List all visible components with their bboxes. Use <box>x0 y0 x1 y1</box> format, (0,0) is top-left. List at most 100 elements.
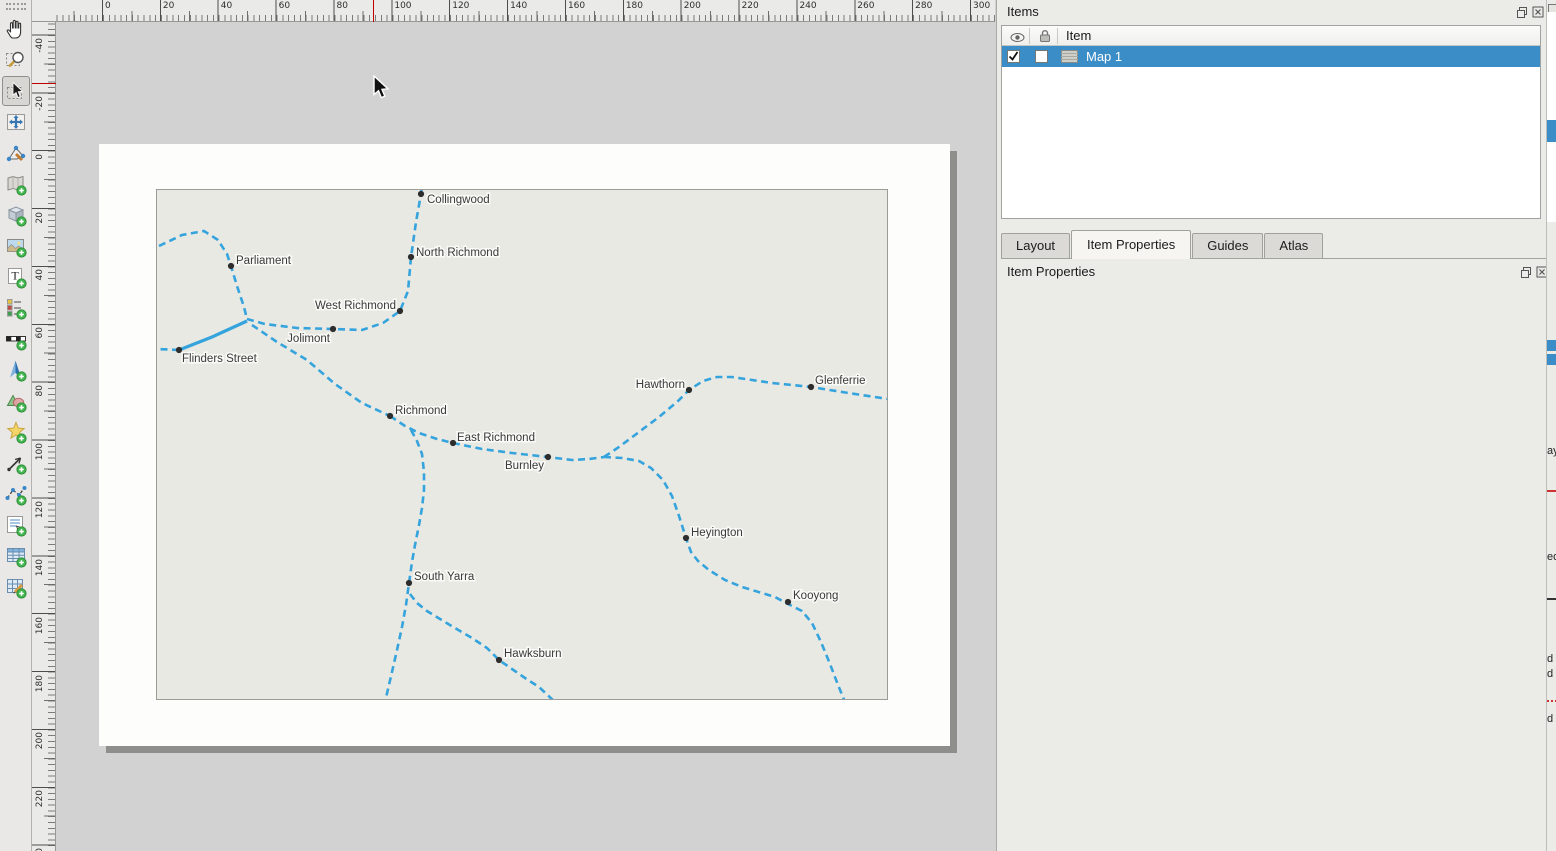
ruler-label: 260 <box>857 1 874 11</box>
add-3d-map-icon <box>4 203 28 227</box>
ruler-label: 100 <box>35 443 45 460</box>
station-dot <box>418 191 424 197</box>
station-dot <box>406 580 412 586</box>
station-label: Richmond <box>395 405 447 417</box>
station-dot <box>686 387 692 393</box>
visibility-checkbox[interactable] <box>1007 50 1020 63</box>
railway-line-flinders-approach <box>179 321 247 350</box>
add-shape-icon <box>4 389 28 413</box>
items-tree: Item Map 1 <box>1001 25 1541 219</box>
sliver-text-fragment: d <box>1547 653 1553 665</box>
add-3d-map-button[interactable] <box>2 200 30 230</box>
add-scalebar-button[interactable] <box>2 324 30 354</box>
lock-checkbox[interactable] <box>1035 50 1048 63</box>
station-dot <box>408 254 414 260</box>
add-legend-icon <box>4 296 28 320</box>
tab-guides[interactable]: Guides <box>1192 233 1263 258</box>
ruler-label: 20 <box>35 212 45 223</box>
station-label: Glenferrie <box>815 375 866 387</box>
add-label-button[interactable]: T <box>2 262 30 292</box>
select-move-item-tool-button[interactable] <box>2 76 30 106</box>
station-dot <box>808 384 814 390</box>
station-label: East Richmond <box>457 432 535 444</box>
add-attribute-table-button[interactable] <box>2 541 30 571</box>
station-dot <box>387 413 393 419</box>
eye-icon <box>1010 31 1025 46</box>
railway-line-city-loop <box>159 231 247 319</box>
ruler-cursor-marker-y <box>32 83 56 84</box>
add-marker-button[interactable] <box>2 417 30 447</box>
add-picture-button[interactable] <box>2 231 30 261</box>
items-column-header: Item <box>1066 28 1091 43</box>
mouse-cursor-icon <box>372 75 394 103</box>
add-node-item-button[interactable] <box>2 479 30 509</box>
sliver-symbology-fragment <box>1547 700 1556 702</box>
layout-page: CollingwoodNorth RichmondParliamentWest … <box>99 144 950 746</box>
add-label-icon: T <box>4 265 28 289</box>
ruler-label: 120 <box>452 1 469 11</box>
add-node-item-icon <box>4 482 28 506</box>
ruler-label: 40 <box>221 1 232 11</box>
ruler-label: 160 <box>568 1 585 11</box>
add-shape-button[interactable] <box>2 386 30 416</box>
add-html-button[interactable] <box>2 510 30 540</box>
add-map-button[interactable] <box>2 169 30 199</box>
items-tree-header: Item <box>1002 26 1540 46</box>
ruler-label: 80 <box>336 1 347 11</box>
items-panel-title: Items <box>1007 4 1039 19</box>
ruler-corner <box>32 0 56 22</box>
station-label: West Richmond <box>315 300 396 312</box>
railway-line-south-yarra-line <box>385 430 424 699</box>
toolbar-grip-handle[interactable] <box>6 3 26 10</box>
station-dot <box>496 657 502 663</box>
add-legend-button[interactable] <box>2 293 30 323</box>
tab-layout[interactable]: Layout <box>1001 233 1070 258</box>
station-label: Hawthorn <box>636 379 685 391</box>
vertical-ruler: -40-20020406080100120140160180200220240 <box>32 22 56 851</box>
railway-line-glen-waverley-line <box>604 457 845 699</box>
pan-tool-button[interactable] <box>2 14 30 44</box>
add-arrow-button[interactable] <box>2 448 30 478</box>
items-panel-close-icon[interactable] <box>1531 5 1545 19</box>
ruler-label: 140 <box>510 1 527 11</box>
ruler-label: 0 <box>105 1 111 11</box>
ruler-label: 160 <box>35 617 45 634</box>
zoom-tool-button[interactable] <box>2 45 30 75</box>
background-window-sliver: ayedddd <box>1546 0 1556 851</box>
edit-nodes-item-tool-button[interactable] <box>2 138 30 168</box>
ruler-label: 60 <box>35 327 45 338</box>
item-row-label: Map 1 <box>1086 49 1122 64</box>
add-north-arrow-button[interactable] <box>2 355 30 385</box>
items-tree-row-map1[interactable]: Map 1 <box>1002 46 1540 67</box>
station-dot <box>397 308 403 314</box>
layout-toolbox: T <box>0 0 32 851</box>
add-scalebar-icon <box>4 327 28 351</box>
tab-item-properties[interactable]: Item Properties <box>1071 230 1191 259</box>
sliver-selection-fragment <box>1547 340 1556 351</box>
dock-tab-bar: Layout Item Properties Guides Atlas <box>1001 231 1547 259</box>
ruler-label: -40 <box>35 38 45 53</box>
ruler-label: 120 <box>35 501 45 518</box>
map-item-map1[interactable]: CollingwoodNorth RichmondParliamentWest … <box>156 189 888 700</box>
move-item-content-tool-button[interactable] <box>2 107 30 137</box>
sliver-text-fragment: d <box>1547 713 1553 725</box>
ruler-label: 240 <box>799 1 816 11</box>
items-panel-float-icon[interactable] <box>1515 5 1529 19</box>
sliver-symbology-fragment <box>1547 490 1556 492</box>
station-dot <box>785 599 791 605</box>
station-label: Collingwood <box>427 194 490 206</box>
pan-tool-icon <box>4 17 28 41</box>
item-properties-titlebar: Item Properties <box>997 260 1546 284</box>
ruler-label: 200 <box>684 1 701 11</box>
ruler-label: 200 <box>35 732 45 749</box>
station-dot <box>228 263 234 269</box>
ruler-label: 140 <box>35 559 45 576</box>
tab-atlas[interactable]: Atlas <box>1264 233 1323 258</box>
select-move-item-tool-icon <box>4 79 28 103</box>
item-properties-float-icon[interactable] <box>1519 265 1533 279</box>
station-dot <box>330 326 336 332</box>
add-fixed-table-button[interactable] <box>2 572 30 602</box>
item-properties-title: Item Properties <box>1007 264 1095 279</box>
ruler-label: 220 <box>742 1 759 11</box>
railway-map: CollingwoodNorth RichmondParliamentWest … <box>157 190 887 699</box>
